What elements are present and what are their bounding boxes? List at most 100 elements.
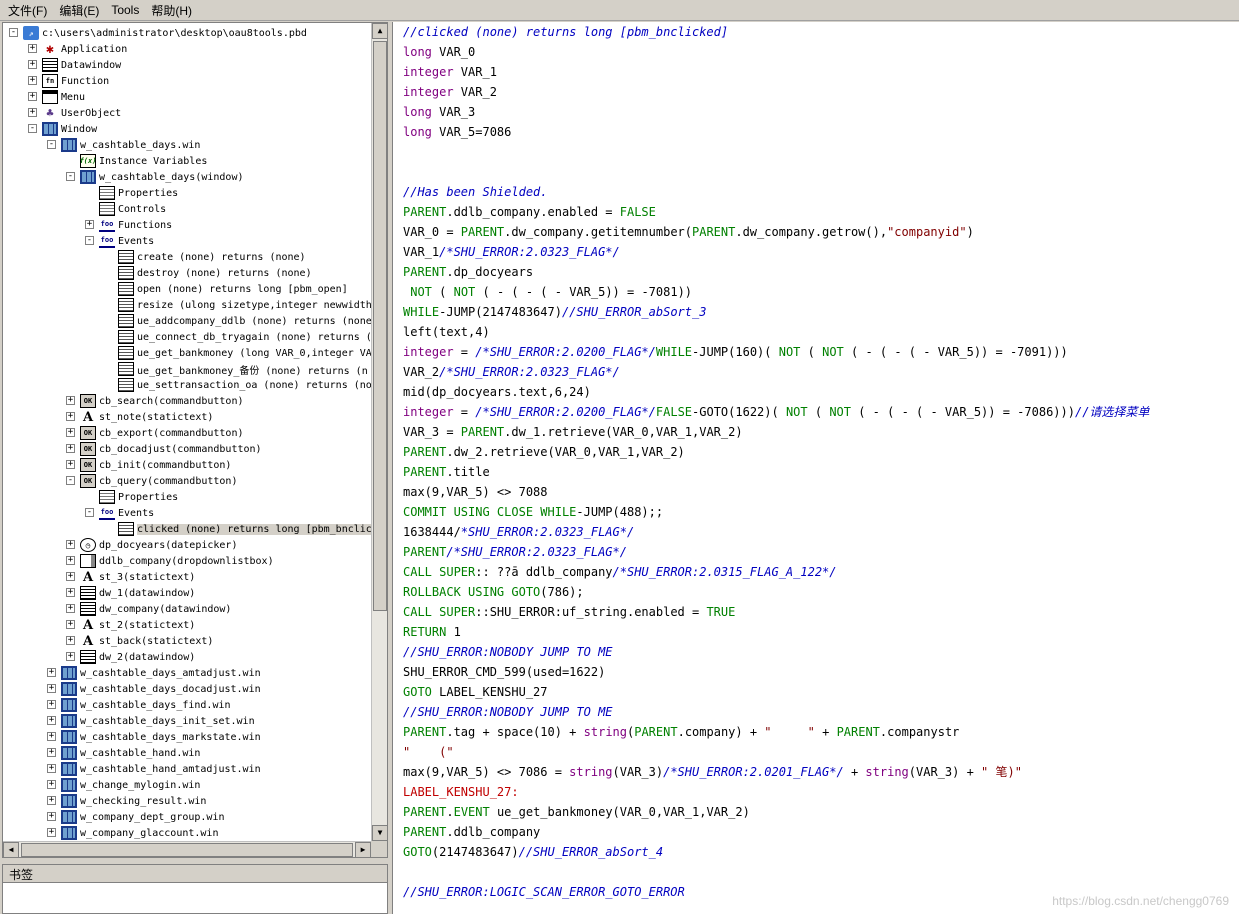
tree-node[interactable]: - foo Events (85, 505, 154, 521)
menu-file[interactable]: 文件(F) (2, 0, 53, 21)
expand-icon[interactable]: + (47, 764, 56, 773)
collapse-icon[interactable]: - (28, 124, 37, 133)
tree-node[interactable]: + w_checking_result.win (47, 793, 206, 809)
expand-icon[interactable]: + (47, 796, 56, 805)
tree-node[interactable]: + w_company_dept_group.win (47, 809, 225, 825)
tree-node[interactable]: ue_connect_db_tryagain (none) returns ( (118, 329, 371, 345)
expand-icon[interactable]: + (28, 44, 37, 53)
expand-icon[interactable]: + (66, 412, 75, 421)
expand-icon[interactable]: + (66, 652, 75, 661)
expand-icon[interactable]: + (47, 684, 56, 693)
expand-icon[interactable]: + (28, 76, 37, 85)
scroll-up-icon[interactable]: ▲ (372, 23, 388, 39)
expand-icon[interactable]: + (47, 812, 56, 821)
tree-node[interactable]: + dw_2(datawindow) (66, 649, 195, 665)
tree-node[interactable]: + dw_company(datawindow) (66, 601, 231, 617)
expand-icon[interactable]: + (66, 556, 75, 565)
tree-node[interactable]: + w_cashtable_days_amtadjust.win (47, 665, 261, 681)
expand-icon[interactable]: + (66, 636, 75, 645)
expand-icon[interactable]: + (85, 220, 94, 229)
collapse-icon[interactable]: - (85, 236, 94, 245)
tree-node[interactable]: ue_settransaction_oa (none) returns (no (118, 377, 371, 393)
tree-node[interactable]: + Ast_note(statictext) (66, 409, 213, 425)
tree-node[interactable]: + dw_1(datawindow) (66, 585, 195, 601)
expand-icon[interactable]: + (47, 732, 56, 741)
tree-node[interactable]: - OK cb_query(commandbutton) (66, 473, 237, 489)
expand-icon[interactable]: + (66, 428, 75, 437)
collapse-icon[interactable]: - (66, 476, 75, 485)
expand-icon[interactable]: + (47, 716, 56, 725)
tree-node[interactable]: + w_change_mylogin.win (47, 777, 200, 793)
expand-icon[interactable]: + (66, 460, 75, 469)
tree-horizontal-scrollbar[interactable]: ◀ ▶ (3, 841, 371, 858)
tree-vertical-scrollbar[interactable]: ▲ ▼ (371, 23, 388, 841)
collapse-icon[interactable]: - (47, 140, 56, 149)
tree-node[interactable]: + OK cb_init(commandbutton) (66, 457, 231, 473)
expand-icon[interactable]: + (47, 748, 56, 757)
tree-node[interactable]: + OK cb_search(commandbutton) (66, 393, 244, 409)
tree-node[interactable]: destroy (none) returns (none) (118, 265, 312, 281)
tree-node[interactable]: + Ast_3(statictext) (66, 569, 195, 585)
expand-icon[interactable]: + (47, 780, 56, 789)
tree-node[interactable]: + w_company_glaccount.win (47, 825, 218, 841)
scroll-thumb-horizontal[interactable] (21, 843, 353, 857)
expand-icon[interactable]: + (66, 540, 75, 549)
tree-node[interactable]: + Menu (28, 89, 85, 105)
collapse-icon[interactable]: - (85, 508, 94, 517)
expand-icon[interactable]: + (66, 604, 75, 613)
tree-node[interactable]: + w_cashtable_hand_amtadjust.win (47, 761, 261, 777)
tree-node[interactable]: + fn Function (28, 73, 109, 89)
tree-node[interactable]: - foo Events (85, 233, 154, 249)
tree-node[interactable]: + OK cb_export(commandbutton) (66, 425, 244, 441)
tree-node[interactable]: - w_cashtable_days(window) (66, 169, 244, 185)
tree-node[interactable]: f(x) Instance Variables (80, 153, 207, 169)
expand-icon[interactable]: + (28, 60, 37, 69)
scroll-right-icon[interactable]: ▶ (355, 842, 371, 858)
menu-help[interactable]: 帮助(H) (145, 0, 198, 21)
menu-tools[interactable]: Tools (105, 1, 145, 19)
code-editor[interactable]: //clicked (none) returns long [pbm_bncli… (392, 22, 1239, 914)
expand-icon[interactable]: + (66, 588, 75, 597)
scroll-down-icon[interactable]: ▼ (372, 825, 388, 841)
tree-node[interactable]: - ⇗ c:\users\administrator\desktop\oau8too… (9, 25, 307, 41)
tree-node[interactable]: clicked (none) returns long [pbm_bnclic (118, 521, 371, 537)
tree-node[interactable]: + w_cashtable_hand.win (47, 745, 200, 761)
tree-node[interactable]: + Ast_2(statictext) (66, 617, 195, 633)
expand-icon[interactable]: + (66, 444, 75, 453)
tree-node[interactable]: + ✱ Application (28, 41, 127, 57)
tree-node[interactable]: + ◷ dp_docyears(datepicker) (66, 537, 237, 553)
tree-node[interactable]: ue_get_bankmoney (long VAR_0,integer VA (118, 345, 371, 361)
expand-icon[interactable]: + (28, 92, 37, 101)
collapse-icon[interactable]: - (9, 28, 18, 37)
expand-icon[interactable]: + (28, 108, 37, 117)
tree-node[interactable]: - w_cashtable_days.win (47, 137, 200, 153)
tree-node[interactable]: + w_cashtable_days_docadjust.win (47, 681, 261, 697)
expand-icon[interactable]: + (47, 700, 56, 709)
tree-node[interactable]: + ddlb_company(dropdownlistbox) (66, 553, 274, 569)
tree-node[interactable]: + Datawindow (28, 57, 121, 73)
expand-icon[interactable]: + (66, 620, 75, 629)
tree-node[interactable]: ue_addcompany_ddlb (none) returns (none (118, 313, 371, 329)
scroll-thumb[interactable] (373, 41, 387, 611)
tree-node[interactable]: + foo Functions (85, 217, 172, 233)
tree-node[interactable]: + Ast_back(statictext) (66, 633, 213, 649)
tree-node[interactable]: + w_cashtable_days_find.win (47, 697, 231, 713)
tree-node[interactable]: resize (ulong sizetype,integer newwidth (118, 297, 371, 313)
tree-node[interactable]: + ♣ UserObject (28, 105, 121, 121)
expand-icon[interactable]: + (47, 828, 56, 837)
menu-edit[interactable]: 编辑(E) (53, 0, 105, 21)
tree-node[interactable]: create (none) returns (none) (118, 249, 306, 265)
tree-node[interactable]: Properties (99, 185, 178, 201)
tree-node[interactable]: - Window (28, 121, 97, 137)
tree-node[interactable]: + w_cashtable_days_markstate.win (47, 729, 261, 745)
tree-node[interactable]: Controls (99, 201, 166, 217)
tree-node[interactable]: + w_cashtable_days_init_set.win (47, 713, 255, 729)
tree-node[interactable]: + OK cb_docadjust(commandbutton) (66, 441, 262, 457)
expand-icon[interactable]: + (66, 572, 75, 581)
tree-node[interactable]: open (none) returns long [pbm_open] (118, 281, 348, 297)
expand-icon[interactable]: + (47, 668, 56, 677)
scroll-left-icon[interactable]: ◀ (3, 842, 19, 858)
tree-node[interactable]: ue_get_bankmoney_备份 (none) returns (n (118, 361, 368, 377)
collapse-icon[interactable]: - (66, 172, 75, 181)
expand-icon[interactable]: + (66, 396, 75, 405)
